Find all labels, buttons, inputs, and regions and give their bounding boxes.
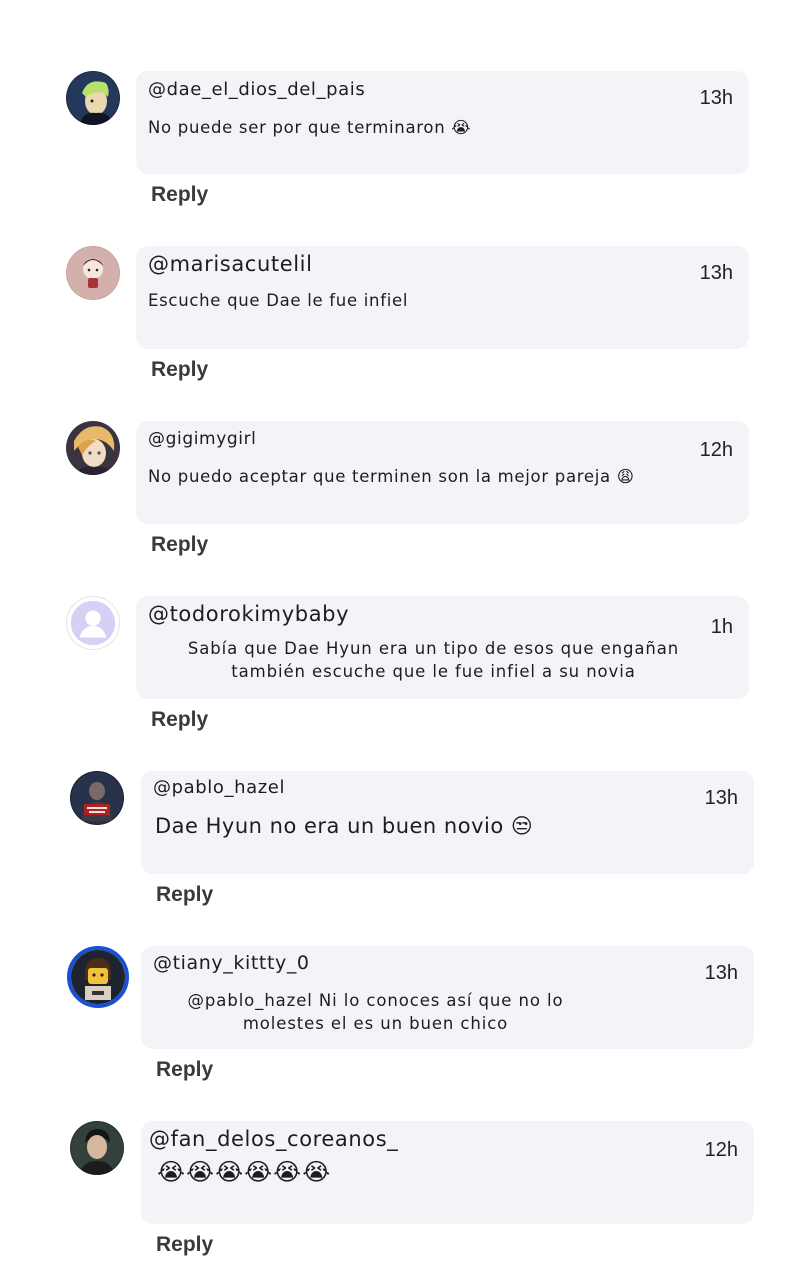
comment-bubble: @pablo_hazel 13h Dae Hyun no era un buen… — [141, 771, 754, 874]
comment-bubble: @marisacutelil 13h Escuche que Dae le fu… — [136, 246, 749, 349]
comment-time: 12h — [699, 439, 733, 461]
reply-button[interactable]: Reply — [156, 1233, 213, 1257]
comment-bubble: @todorokimybaby 1h Sabía que Dae Hyun er… — [136, 596, 749, 699]
cartoon-girl-pink-avatar-icon[interactable] — [66, 246, 120, 300]
comment-username[interactable]: @tiany_kittty_0 — [153, 952, 310, 974]
comment-item: @pablo_hazel 13h Dae Hyun no era un buen… — [0, 700, 800, 906]
comment-username[interactable]: @fan_delos_coreanos_ — [149, 1127, 398, 1151]
comment-bubble: @dae_el_dios_del_pais 13h No puede ser p… — [136, 71, 749, 174]
dark-game-poster-avatar-icon[interactable] — [70, 771, 124, 825]
comment-text: @pablo_hazel Ni lo conoces así que no lo… — [187, 991, 564, 1033]
comment-item: @gigimygirl 12h No puedo aceptar que ter… — [0, 350, 800, 556]
comment-text: Escuche que Dae le fue infiel — [148, 291, 409, 310]
comment-item: @marisacutelil 13h Escuche que Dae le fu… — [0, 175, 800, 381]
anime-blonde-character-avatar-icon[interactable] — [66, 421, 120, 475]
comment-text: No puede ser por que terminaron 😭 — [148, 118, 472, 137]
comment-bubble: @fan_delos_coreanos_ 12h 😭😭😭😭😭😭 — [141, 1121, 754, 1224]
comment-time: 1h — [710, 616, 733, 638]
comment-item: @tiany_kittty_0 13h @pablo_hazel Ni lo c… — [0, 875, 800, 1081]
person-photo-avatar-icon[interactable] — [70, 1121, 124, 1175]
default-user-avatar-icon[interactable] — [66, 596, 120, 650]
green-haired-character-avatar-icon[interactable] — [66, 71, 120, 125]
comment-username[interactable]: @todorokimybaby — [148, 602, 349, 626]
comment-time: 13h — [699, 262, 733, 284]
comment-text: Sabía que Dae Hyun era un tipo de esos q… — [187, 639, 680, 681]
comment-item: @fan_delos_coreanos_ 12h 😭😭😭😭😭😭 Reply — [0, 1050, 800, 1256]
lego-figure-blue-ring-avatar-icon[interactable] — [67, 946, 129, 1008]
comment-time: 12h — [704, 1139, 738, 1161]
comment-item: @todorokimybaby 1h Sabía que Dae Hyun er… — [0, 525, 800, 731]
comment-username[interactable]: @marisacutelil — [148, 252, 313, 276]
comment-time: 13h — [704, 962, 738, 984]
comment-username[interactable]: @pablo_hazel — [153, 777, 285, 798]
comment-text: Dae Hyun no era un buen novio 😒 — [155, 814, 534, 838]
comment-item: @dae_el_dios_del_pais 13h No puede ser p… — [0, 0, 800, 206]
comment-username[interactable]: @gigimygirl — [148, 429, 256, 449]
comment-bubble: @gigimygirl 12h No puedo aceptar que ter… — [136, 421, 749, 524]
comment-text: No puedo aceptar que terminen son la mej… — [148, 467, 635, 486]
comment-time: 13h — [704, 787, 738, 809]
comment-bubble: @tiany_kittty_0 13h @pablo_hazel Ni lo c… — [141, 946, 754, 1049]
comment-time: 13h — [699, 87, 733, 109]
comment-text: 😭😭😭😭😭😭 — [157, 1158, 332, 1186]
comment-username[interactable]: @dae_el_dios_del_pais — [148, 79, 365, 100]
